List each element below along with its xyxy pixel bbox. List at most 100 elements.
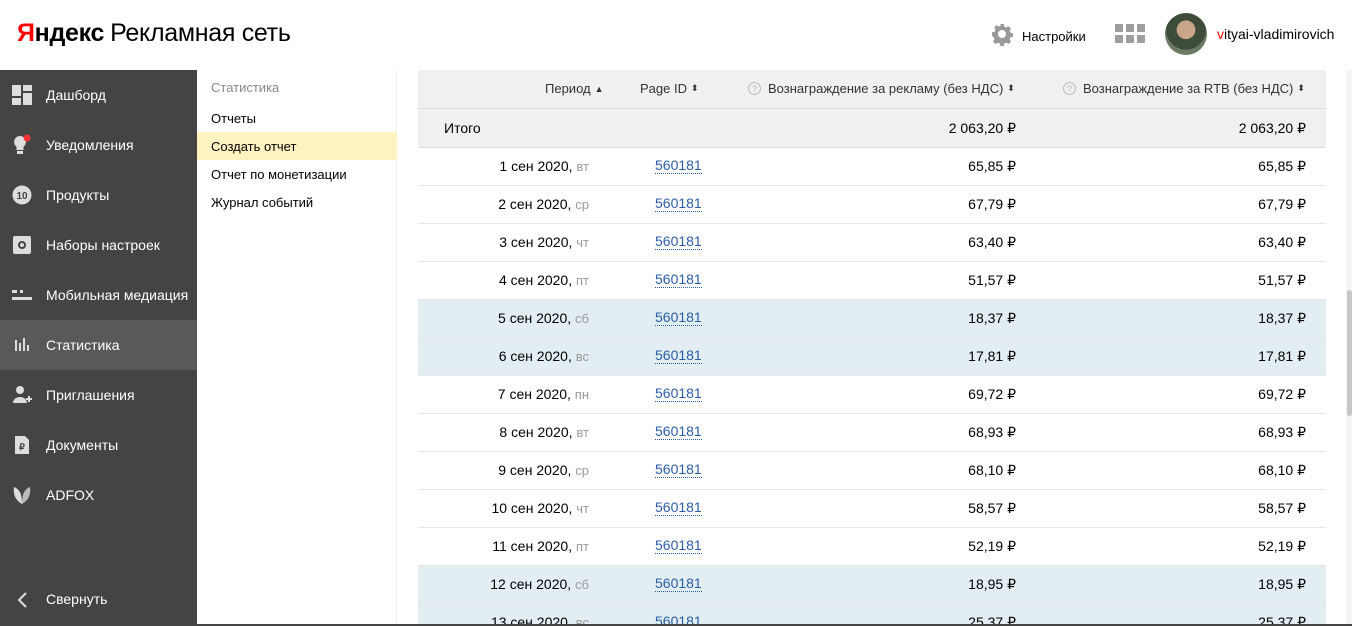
- row-page-id-link[interactable]: 560181: [655, 234, 702, 250]
- row-reward: 68,93 ₽: [968, 424, 1016, 440]
- invite-icon: [11, 384, 33, 406]
- sidebar-item-adfox[interactable]: ADFOX: [0, 470, 197, 520]
- submenu-item-create-report[interactable]: Создать отчет: [197, 132, 397, 160]
- row-page-id-link[interactable]: 560181: [655, 158, 702, 174]
- sidebar-item-statistics[interactable]: Статистика: [0, 320, 197, 370]
- row-date: 3 сен 2020: [499, 234, 569, 250]
- row-rtb: 67,79 ₽: [1258, 196, 1306, 212]
- row-period: 4 сен 2020, пт: [498, 272, 589, 288]
- avatar[interactable]: [1165, 13, 1207, 55]
- settings-button[interactable]: Настройки: [990, 22, 1086, 51]
- row-period: 10 сен 2020, чт: [491, 500, 589, 516]
- adfox-icon: [11, 484, 33, 506]
- column-period[interactable]: Период ▲: [545, 81, 604, 96]
- column-rtb-label: Вознаграждение за RTB (без НДС): [1083, 81, 1294, 96]
- sidebar-item-settings-sets[interactable]: Наборы настроек: [0, 220, 197, 270]
- row-page-id-link[interactable]: 560181: [655, 424, 702, 440]
- row-reward: 18,37 ₽: [968, 310, 1016, 326]
- sidebar-item-notifications[interactable]: Уведомления: [0, 120, 197, 170]
- row-day-of-week: ср: [575, 463, 589, 478]
- row-page-id-link[interactable]: 560181: [655, 348, 702, 364]
- row-date: 6 сен 2020: [498, 348, 568, 364]
- column-page-id[interactable]: Page ID ⬍: [640, 81, 699, 96]
- help-icon[interactable]: ?: [748, 82, 761, 95]
- row-page-id-link[interactable]: 560181: [655, 462, 702, 478]
- bulb-icon: [11, 134, 33, 156]
- row-page-id-link[interactable]: 560181: [655, 538, 702, 554]
- submenu-item-monetization-report[interactable]: Отчет по монетизации: [197, 160, 397, 188]
- row-page-id-link[interactable]: 560181: [655, 196, 702, 212]
- table-row: 9 сен 2020, ср 560181 68,10 ₽ 68,10 ₽: [418, 452, 1326, 490]
- table-row: 6 сен 2020, вс 560181 17,81 ₽ 17,81 ₽: [418, 338, 1326, 376]
- row-page-id-link[interactable]: 560181: [655, 386, 702, 402]
- logo-product: Рекламная сеть: [110, 19, 291, 47]
- sidebar-item-label: Приглашения: [46, 387, 135, 403]
- logo[interactable]: Яндекс Рекламная сеть: [17, 19, 291, 48]
- username[interactable]: vityai-vladimirovich: [1217, 26, 1334, 42]
- row-date: 10 сен 2020: [491, 500, 569, 516]
- collapse-button[interactable]: Свернуть: [0, 575, 197, 625]
- row-reward: 63,40 ₽: [968, 234, 1016, 250]
- row-reward: 67,79 ₽: [968, 196, 1016, 212]
- row-reward: 65,85 ₽: [968, 158, 1016, 174]
- sidebar: Дашборд Уведомления 10 Продукты Наборы н…: [0, 70, 197, 626]
- row-page-id-link[interactable]: 560181: [655, 576, 702, 592]
- submenu-item-reports[interactable]: Отчеты: [197, 104, 397, 132]
- sidebar-item-products[interactable]: 10 Продукты: [0, 170, 197, 220]
- sidebar-item-label: Статистика: [46, 337, 120, 353]
- column-page-id-label: Page ID: [640, 81, 687, 96]
- apps-grid-icon[interactable]: [1115, 24, 1145, 44]
- sidebar-item-documents[interactable]: ₽ Документы: [0, 420, 197, 470]
- submenu-title: Статистика: [211, 80, 280, 95]
- header: Яндекс Рекламная сеть Настройки vityai-vl…: [0, 0, 1352, 70]
- row-period: 12 сен 2020, сб: [490, 576, 589, 592]
- sidebar-item-invitations[interactable]: Приглашения: [0, 370, 197, 420]
- row-reward: 18,95 ₽: [968, 576, 1016, 592]
- table-row: 3 сен 2020, чт 560181 63,40 ₽ 63,40 ₽: [418, 224, 1326, 262]
- table-row: 10 сен 2020, чт 560181 58,57 ₽ 58,57 ₽: [418, 490, 1326, 528]
- row-period: 1 сен 2020, вт: [499, 158, 589, 174]
- row-rtb: 68,93 ₽: [1258, 424, 1306, 440]
- row-rtb: 68,10 ₽: [1258, 462, 1306, 478]
- row-rtb: 52,19 ₽: [1258, 538, 1306, 554]
- row-day-of-week: пт: [576, 273, 589, 288]
- row-page-id-link[interactable]: 560181: [655, 272, 702, 288]
- row-date: 12 сен 2020: [490, 576, 568, 592]
- row-day-of-week: ср: [575, 197, 589, 212]
- table-row: 2 сен 2020, ср 560181 67,79 ₽ 67,79 ₽: [418, 186, 1326, 224]
- scroll-thumb[interactable]: [1347, 290, 1352, 416]
- table-row: 11 сен 2020, пт 560181 52,19 ₽ 52,19 ₽: [418, 528, 1326, 566]
- row-day-of-week: сб: [575, 311, 589, 326]
- table-row: 1 сен 2020, вт 560181 65,85 ₽ 65,85 ₽: [418, 148, 1326, 186]
- table-row: 8 сен 2020, вт 560181 68,93 ₽ 68,93 ₽: [418, 414, 1326, 452]
- row-rtb: 51,57 ₽: [1258, 272, 1306, 288]
- document-icon: ₽: [11, 434, 33, 456]
- sort-both-icon: ⬍: [690, 83, 699, 93]
- row-rtb: 18,95 ₽: [1258, 576, 1306, 592]
- row-period: 7 сен 2020, пн: [497, 386, 589, 402]
- row-page-id-link[interactable]: 560181: [655, 500, 702, 516]
- sidebar-item-dashboard[interactable]: Дашборд: [0, 70, 197, 120]
- stats-table: Период ▲ Page ID ⬍ ? Вознаграждение за рекл…: [418, 70, 1326, 626]
- row-date: 9 сен 2020: [498, 462, 568, 478]
- sidebar-item-mobile-mediation[interactable]: Мобильная медиация: [0, 270, 197, 320]
- sidebar-item-label: Мобильная медиация: [46, 287, 189, 303]
- column-reward[interactable]: ? Вознаграждение за рекламу (без НДС) ⬍: [748, 81, 1015, 96]
- row-day-of-week: вт: [576, 159, 589, 174]
- sidebar-item-label: Уведомления: [46, 137, 134, 153]
- products-icon: 10: [11, 184, 33, 206]
- sort-both-icon: ⬍: [1297, 83, 1305, 93]
- table-row: 5 сен 2020, сб 560181 18,37 ₽ 18,37 ₽: [418, 300, 1326, 338]
- scrollbar[interactable]: [1346, 70, 1352, 626]
- dashboard-icon: [11, 84, 33, 106]
- total-rtb: 2 063,20 ₽: [1238, 120, 1306, 136]
- column-rtb[interactable]: ? Вознаграждение за RTB (без НДС) ⬍: [1063, 81, 1305, 96]
- total-label: Итого: [444, 120, 481, 136]
- mediation-icon: [11, 284, 33, 306]
- gear-icon: [990, 22, 1014, 51]
- submenu-item-event-log[interactable]: Журнал событий: [197, 188, 397, 216]
- row-date: 7 сен 2020: [497, 386, 567, 402]
- help-icon[interactable]: ?: [1063, 82, 1076, 95]
- row-reward: 52,19 ₽: [968, 538, 1016, 554]
- row-page-id-link[interactable]: 560181: [655, 310, 702, 326]
